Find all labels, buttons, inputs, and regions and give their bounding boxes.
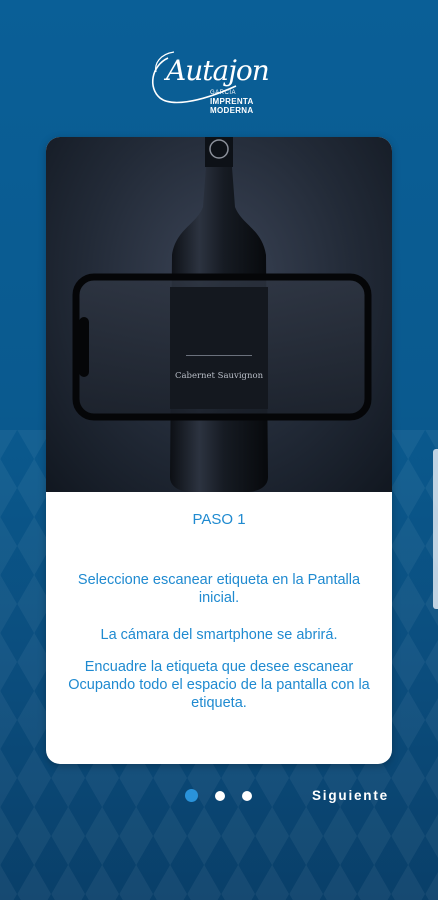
brand-logo: Autajon GARCIA IMPRENTA MODERNA bbox=[146, 48, 296, 115]
logo-subtitle: GARCIA bbox=[210, 90, 237, 96]
page-dot-2[interactable] bbox=[215, 791, 225, 801]
instruction-paragraph-3: Encuadre la etiqueta que desee escanear … bbox=[68, 659, 370, 711]
bottle-label bbox=[170, 287, 268, 409]
instruction-paragraph-2: La cámara del smartphone se abrirá. bbox=[100, 627, 338, 643]
next-button[interactable]: Siguiente bbox=[312, 785, 408, 805]
side-drawer-handle[interactable] bbox=[433, 449, 438, 609]
onboarding-card: Cabernet Sauvignon PASO 1 Seleccione esc… bbox=[46, 137, 392, 764]
page-dot-3[interactable] bbox=[242, 791, 252, 801]
wine-scan-illustration: Cabernet Sauvignon bbox=[46, 137, 392, 492]
logo-main-text: IMPRENTA MODERNA bbox=[210, 97, 254, 115]
step-title: PASO 1 bbox=[192, 511, 246, 528]
bottle-label-text: Cabernet Sauvignon bbox=[174, 371, 264, 381]
page-dot-1[interactable] bbox=[185, 789, 198, 802]
logo-script-text: Autajon bbox=[166, 54, 270, 87]
instruction-paragraph-1: Seleccione escanear etiqueta en la Panta… bbox=[77, 572, 361, 606]
